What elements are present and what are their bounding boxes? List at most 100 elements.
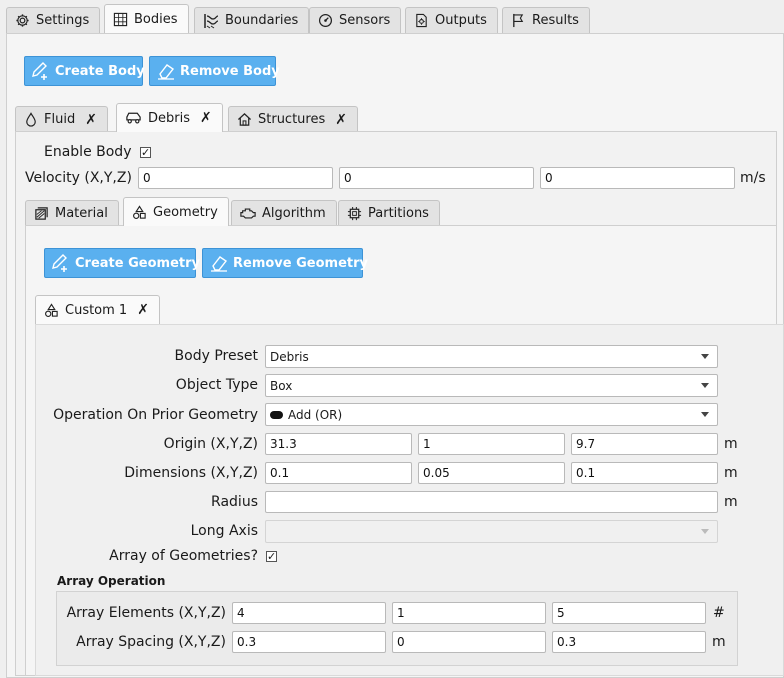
pencil-plus-icon xyxy=(32,62,47,80)
close-custom-1-icon[interactable]: ✗ xyxy=(137,302,149,318)
tab-bodies-label: Bodies xyxy=(134,11,178,27)
mesh-box-icon xyxy=(113,12,128,26)
array-elements-unit: # xyxy=(713,605,725,621)
close-fluid-icon[interactable]: ✗ xyxy=(85,112,97,128)
tab-settings-label: Settings xyxy=(36,13,90,28)
tab-partitions[interactable]: Partitions xyxy=(338,200,440,226)
add-or-icon xyxy=(270,410,283,419)
tab-debris[interactable]: Debris ✗ xyxy=(116,103,223,132)
dimensions-y-input[interactable] xyxy=(418,462,565,484)
tab-sensors[interactable]: Sensors xyxy=(309,7,402,33)
shapes-icon xyxy=(133,204,146,219)
velocity-z-input[interactable] xyxy=(540,167,735,189)
close-debris-icon[interactable]: ✗ xyxy=(200,110,212,126)
dimensions-unit: m xyxy=(724,465,738,481)
enable-body-checkbox[interactable]: ✓ xyxy=(140,147,151,158)
body-preset-value: Debris xyxy=(270,349,309,364)
tab-results[interactable]: Results xyxy=(502,7,590,33)
origin-unit: m xyxy=(724,436,738,452)
velocity-unit: m/s xyxy=(740,170,766,186)
tab-geometry[interactable]: Geometry xyxy=(123,197,229,226)
close-structures-icon[interactable]: ✗ xyxy=(335,112,347,128)
droplet-icon xyxy=(26,112,36,127)
array-spacing-unit: m xyxy=(712,634,726,650)
velocity-x-input[interactable] xyxy=(138,167,333,189)
array-geometries-label: Array of Geometries? xyxy=(109,548,258,564)
tab-bodies[interactable]: Bodies xyxy=(104,4,189,33)
array-elements-label: Array Elements (X,Y,Z) xyxy=(66,605,226,621)
dimensions-z-input[interactable] xyxy=(571,462,718,484)
chevron-down-icon xyxy=(701,354,709,359)
wave-wall-icon xyxy=(204,13,219,28)
output-file-icon xyxy=(416,13,427,28)
origin-x-input[interactable] xyxy=(265,433,412,455)
tab-algorithm[interactable]: Algorithm xyxy=(231,200,337,226)
origin-label: Origin (X,Y,Z) xyxy=(163,436,258,452)
tab-geometry-label: Geometry xyxy=(153,204,218,220)
remove-body-button[interactable]: Remove Body xyxy=(149,56,280,86)
remove-geometry-label: Remove Geometry xyxy=(233,255,369,271)
tab-partitions-label: Partitions xyxy=(368,206,429,221)
tab-custom-1[interactable]: Custom 1 ✗ xyxy=(35,295,160,324)
array-elements-z-input[interactable] xyxy=(552,602,706,624)
gear-icon xyxy=(16,14,29,27)
eraser-icon xyxy=(158,64,175,80)
tab-algorithm-label: Algorithm xyxy=(262,206,326,221)
chevron-down-icon xyxy=(701,529,709,534)
tab-structures[interactable]: Structures ✗ xyxy=(228,106,358,132)
array-elements-y-input[interactable] xyxy=(392,602,546,624)
array-geometries-checkbox[interactable]: ✓ xyxy=(266,551,277,562)
material-icon xyxy=(35,207,48,220)
radius-input[interactable] xyxy=(265,491,718,513)
dimensions-x-input[interactable] xyxy=(265,462,412,484)
object-type-label: Object Type xyxy=(175,377,258,393)
body-preset-label: Body Preset xyxy=(174,348,258,364)
create-geometry-button[interactable]: Create Geometry xyxy=(44,248,200,278)
array-spacing-label: Array Spacing (X,Y,Z) xyxy=(76,634,226,650)
chevron-down-icon xyxy=(701,412,709,417)
long-axis-select[interactable] xyxy=(265,520,718,543)
car-icon xyxy=(126,112,141,124)
enable-body-label: Enable Body xyxy=(44,144,132,160)
tab-sensors-label: Sensors xyxy=(339,13,391,28)
gauge-icon xyxy=(318,13,333,28)
tab-fluid-label: Fluid xyxy=(44,112,76,127)
flag-icon xyxy=(513,13,524,28)
shapes-icon xyxy=(45,302,58,317)
create-body-button[interactable]: Create Body xyxy=(24,56,145,86)
long-axis-label: Long Axis xyxy=(190,523,258,539)
tab-fluid[interactable]: Fluid ✗ xyxy=(15,106,108,132)
tab-boundaries[interactable]: Boundaries xyxy=(194,7,310,33)
remove-geometry-button[interactable]: Remove Geometry xyxy=(202,248,368,278)
tab-outputs[interactable]: Outputs xyxy=(405,7,498,33)
array-spacing-y-input[interactable] xyxy=(392,631,546,653)
array-operation-title: Array Operation xyxy=(57,574,166,588)
create-geometry-label: Create Geometry xyxy=(75,255,200,271)
tab-results-label: Results xyxy=(532,13,579,28)
array-elements-x-input[interactable] xyxy=(232,602,386,624)
tab-settings[interactable]: Settings xyxy=(6,7,101,33)
eraser-icon xyxy=(211,256,228,272)
radius-unit: m xyxy=(724,494,738,510)
engine-icon xyxy=(240,208,256,219)
radius-label: Radius xyxy=(211,494,258,510)
tab-material[interactable]: Material xyxy=(25,200,119,226)
operation-select[interactable]: Add (OR) xyxy=(265,403,718,426)
array-spacing-z-input[interactable] xyxy=(552,631,706,653)
tab-debris-label: Debris xyxy=(148,110,190,126)
chevron-down-icon xyxy=(701,383,709,388)
body-preset-select[interactable]: Debris xyxy=(265,345,718,368)
tab-boundaries-label: Boundaries xyxy=(225,13,299,28)
pencil-plus-icon xyxy=(52,254,67,272)
object-type-select[interactable]: Box xyxy=(265,374,718,397)
velocity-label: Velocity (X,Y,Z) xyxy=(25,170,132,186)
origin-y-input[interactable] xyxy=(418,433,565,455)
tab-structures-label: Structures xyxy=(258,112,326,127)
chip-icon xyxy=(347,206,362,221)
array-spacing-x-input[interactable] xyxy=(232,631,386,653)
velocity-y-input[interactable] xyxy=(339,167,534,189)
operation-value: Add (OR) xyxy=(288,407,343,422)
remove-body-label: Remove Body xyxy=(180,63,280,79)
origin-z-input[interactable] xyxy=(571,433,718,455)
create-body-label: Create Body xyxy=(55,63,145,79)
